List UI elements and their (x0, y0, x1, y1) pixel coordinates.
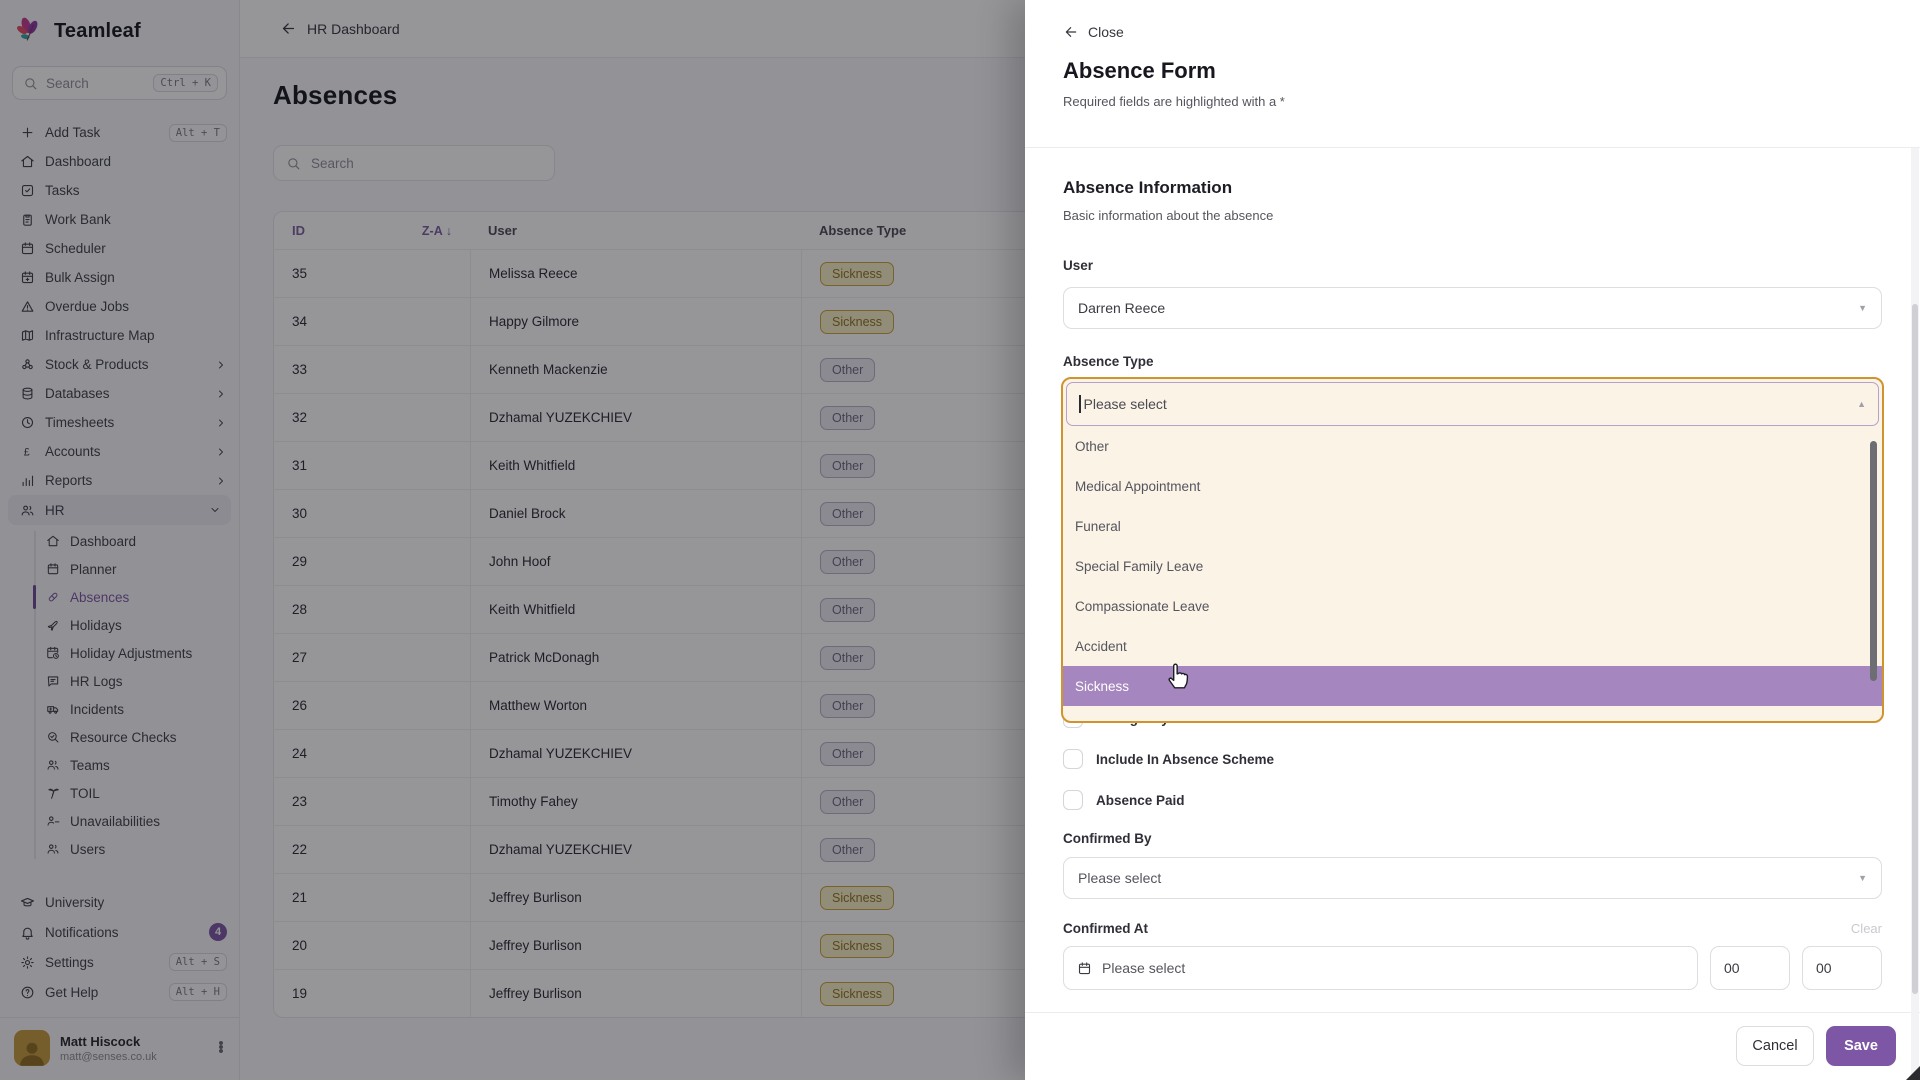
divider (1025, 1012, 1920, 1013)
clear-date-link[interactable]: Clear (1851, 921, 1882, 936)
chevron-down-icon: ▼ (1858, 303, 1867, 313)
dropdown-option[interactable]: Other (1063, 426, 1882, 466)
back-arrow-icon (1063, 24, 1079, 40)
chevron-down-icon: ▼ (1858, 873, 1867, 883)
mouse-cursor-hand (1165, 660, 1191, 690)
dropdown-scrollbar-thumb[interactable] (1870, 441, 1877, 681)
save-button[interactable]: Save (1826, 1026, 1896, 1066)
checkbox[interactable] (1063, 749, 1083, 769)
section-title: Absence Information (1063, 178, 1232, 198)
resize-grip-icon (1906, 1066, 1920, 1080)
dropdown-option[interactable]: Special Family Leave (1063, 546, 1882, 586)
close-panel-button[interactable]: Close (1063, 24, 1124, 40)
dropdown-option[interactable]: Compassionate Leave (1063, 586, 1882, 626)
confirmed-at-row: Please select 00 00 (1063, 946, 1882, 990)
user-field-label: User (1063, 258, 1093, 273)
modal-dim-overlay[interactable] (0, 0, 1025, 1080)
confirmed-by-field-label: Confirmed By (1063, 831, 1152, 846)
dropdown-option[interactable]: Funeral (1063, 506, 1882, 546)
section-subtitle: Basic information about the absence (1063, 208, 1273, 223)
hours-input[interactable]: 00 (1710, 946, 1790, 990)
minutes-input[interactable]: 00 (1802, 946, 1882, 990)
dropdown-option[interactable]: Medical Appointment (1063, 466, 1882, 506)
date-picker-input[interactable]: Please select (1063, 946, 1698, 990)
chevron-up-icon: ▲ (1857, 399, 1866, 409)
panel-title: Absence Form (1063, 58, 1216, 84)
divider (1025, 147, 1920, 148)
panel-scrollbar[interactable] (1911, 148, 1919, 1080)
dropdown-option[interactable]: Maternity/Paternity (1063, 706, 1882, 721)
checkbox[interactable] (1063, 790, 1083, 810)
confirmed-at-field-label: Confirmed At (1063, 921, 1148, 936)
text-caret (1079, 395, 1081, 413)
absence-paid-checkbox-row[interactable]: Absence Paid (1063, 783, 1185, 817)
absence-form-panel: Close Absence Form Required fields are h… (1025, 0, 1920, 1080)
panel-scrollbar-thumb[interactable] (1912, 304, 1918, 994)
absence-type-select[interactable]: Please select ▲ (1066, 382, 1879, 426)
cancel-button[interactable]: Cancel (1736, 1026, 1814, 1066)
absence-type-field-label: Absence Type (1063, 354, 1154, 369)
calendar-icon (1077, 961, 1092, 976)
user-select[interactable]: Darren Reece ▼ (1063, 287, 1882, 329)
panel-subtitle: Required fields are highlighted with a * (1063, 94, 1285, 109)
confirmed-by-select[interactable]: Please select ▼ (1063, 857, 1882, 899)
include-in-absence-scheme-checkbox-row[interactable]: Include In Absence Scheme (1063, 742, 1274, 776)
